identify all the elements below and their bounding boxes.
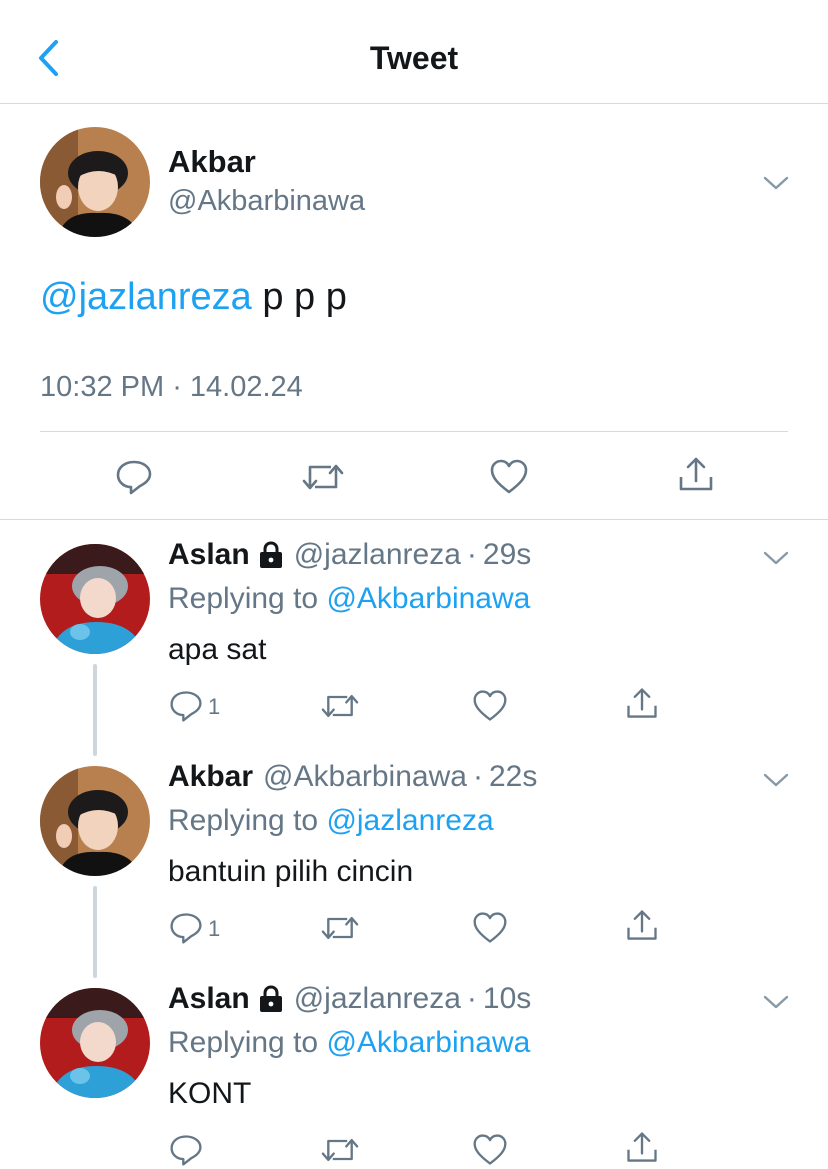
reply-actions: 1 <box>168 910 668 946</box>
tweet-page: Tweet Akbar @Akbarbinawa @jazlanreza p p… <box>0 0 828 1169</box>
reply-header: Aslan @jazlanreza · 29s <box>168 538 531 572</box>
retweet-button[interactable] <box>320 688 360 724</box>
like-button[interactable] <box>472 1132 508 1168</box>
author-name[interactable]: Aslan <box>168 538 250 572</box>
thread-line <box>93 886 97 978</box>
share-icon <box>679 457 713 491</box>
reply-icon <box>170 913 202 944</box>
reply-text: apa sat <box>168 633 267 666</box>
share-button[interactable] <box>624 686 660 722</box>
reply-time: 10s <box>482 982 532 1015</box>
replying-to: Replying to @jazlanreza <box>168 804 494 838</box>
replying-label: Replying to <box>168 1026 327 1059</box>
reply-button[interactable] <box>114 457 154 497</box>
author-handle[interactable]: @Akbarbinawa <box>168 185 365 218</box>
avatar[interactable] <box>40 766 150 876</box>
author-name[interactable]: Akbar <box>168 144 256 180</box>
author-handle[interactable]: @jazlanreza <box>294 538 461 572</box>
reply-time: 29s <box>482 538 532 571</box>
lock-icon <box>259 985 282 1012</box>
reply-time: 22s <box>488 760 538 793</box>
avatar[interactable] <box>40 127 150 237</box>
tweet-options-button[interactable] <box>761 770 791 790</box>
retweet-button[interactable] <box>320 910 360 946</box>
share-icon <box>627 688 657 718</box>
reply-actions: 1 <box>168 688 668 724</box>
tweet-options-button[interactable] <box>761 548 791 568</box>
share-icon <box>627 1132 657 1162</box>
reply-text: KONT <box>168 1077 252 1110</box>
divider <box>0 519 828 520</box>
reply-button[interactable] <box>168 688 204 724</box>
meta-separator: · <box>472 760 483 793</box>
divider <box>40 431 788 432</box>
tweet-date: 14.02.24 <box>189 371 303 403</box>
like-icon <box>473 912 507 943</box>
reply-actions <box>168 1132 668 1168</box>
retweet-icon <box>321 916 359 940</box>
tweet-timestamp: 10:32 PM · 14.02.24 <box>40 371 303 404</box>
meta-separator: · <box>164 371 190 403</box>
meta-separator: · <box>466 538 477 571</box>
reply-count: 1 <box>208 916 221 941</box>
reply-button[interactable] <box>168 1132 204 1168</box>
like-button[interactable] <box>472 688 508 724</box>
tweet-time: 10:32 PM <box>40 371 165 403</box>
share-icon <box>627 910 657 940</box>
retweet-icon <box>321 1138 359 1162</box>
reply-icon <box>170 691 202 722</box>
tweet-text: @jazlanreza p p p <box>40 276 347 319</box>
author-handle[interactable]: @Akbarbinawa <box>263 760 467 794</box>
share-button[interactable] <box>624 908 660 944</box>
chevron-down-icon <box>763 551 789 565</box>
replying-to: Replying to @Akbarbinawa <box>168 1026 530 1060</box>
replying-to: Replying to @Akbarbinawa <box>168 582 530 616</box>
chevron-down-icon <box>763 995 789 1009</box>
retweet-button[interactable] <box>301 457 345 497</box>
share-button[interactable] <box>676 455 716 495</box>
tweet-options-button[interactable] <box>761 992 791 1012</box>
tweet-body: p p p <box>251 276 347 318</box>
reply-button[interactable] <box>168 910 204 946</box>
reply-header: Aslan @jazlanreza · 10s <box>168 982 531 1016</box>
author-name[interactable]: Akbar <box>168 760 253 794</box>
page-title: Tweet <box>369 40 459 76</box>
lock-icon <box>259 541 282 568</box>
like-icon <box>473 690 507 721</box>
author-handle[interactable]: @jazlanreza <box>294 982 461 1016</box>
mention-link[interactable]: @Akbarbinawa <box>326 1026 530 1059</box>
author-name[interactable]: Aslan <box>168 982 250 1016</box>
tweet-options-button[interactable] <box>761 173 791 193</box>
like-button[interactable] <box>489 457 529 497</box>
reply-count: 1 <box>208 694 221 719</box>
retweet-button[interactable] <box>320 1132 360 1168</box>
mention-link[interactable]: @jazlanreza <box>326 804 493 837</box>
reply-text: bantuin pilih cincin <box>168 855 414 888</box>
retweet-icon <box>302 464 344 490</box>
reply-icon <box>170 1135 202 1166</box>
chevron-down-icon <box>763 176 789 190</box>
mention-link[interactable]: @Akbarbinawa <box>326 582 530 615</box>
chevron-down-icon <box>763 773 789 787</box>
thread-line <box>93 664 97 756</box>
like-button[interactable] <box>472 910 508 946</box>
avatar[interactable] <box>40 988 150 1098</box>
like-icon <box>473 1134 507 1165</box>
replying-label: Replying to <box>168 804 327 837</box>
top-bar: Tweet <box>0 0 828 104</box>
share-button[interactable] <box>624 1130 660 1166</box>
mention-link[interactable]: @jazlanreza <box>40 276 252 318</box>
retweet-icon <box>321 694 359 718</box>
meta-separator: · <box>466 982 477 1015</box>
avatar[interactable] <box>40 544 150 654</box>
reply-header: Akbar @Akbarbinawa · 22s <box>168 760 537 794</box>
reply-icon <box>116 460 152 495</box>
replying-label: Replying to <box>168 582 327 615</box>
like-icon <box>490 459 528 494</box>
